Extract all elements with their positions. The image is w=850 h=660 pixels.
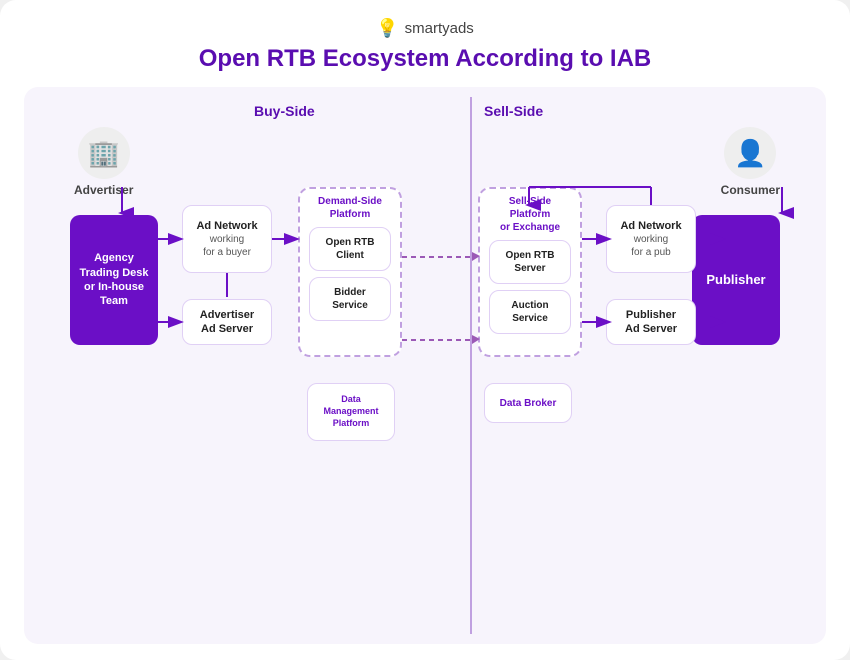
open-rtb-client-text: Open RTBClient xyxy=(326,236,375,262)
open-rtb-server-box: Open RTBServer xyxy=(489,240,571,284)
consumer-area: 👤 Consumer xyxy=(721,127,780,197)
data-management-box: DataManagementPlatform xyxy=(307,383,395,441)
data-broker-text: Data Broker xyxy=(500,397,557,410)
main-title: Open RTB Ecosystem According to IAB xyxy=(199,45,652,73)
publisher-ad-server-box: PublisherAd Server xyxy=(606,299,696,345)
logo-text: smartyads xyxy=(405,20,474,37)
data-broker-box: Data Broker xyxy=(484,383,572,423)
buy-side-label: Buy-Side xyxy=(254,103,315,119)
advertiser-icon: 🏢 xyxy=(78,127,130,179)
sell-side-platform-box: Sell-SidePlatformor Exchange Open RTBSer… xyxy=(478,187,582,357)
consumer-icon: 👤 xyxy=(724,127,776,179)
open-rtb-client-box: Open RTBClient xyxy=(309,227,391,271)
demand-side-platform-box: Demand-SidePlatform Open RTBClient Bidde… xyxy=(298,187,402,357)
publisher-ad-server-title: PublisherAd Server xyxy=(625,308,677,337)
page: 💡 smartyads Open RTB Ecosystem According… xyxy=(0,0,850,660)
open-rtb-server-text: Open RTBServer xyxy=(506,249,555,275)
sell-side-label: Sell-Side xyxy=(484,103,543,119)
ad-network-pub-title: Ad Network xyxy=(620,219,681,233)
logo-area: 💡 smartyads xyxy=(376,18,474,39)
advertiser-ad-server-box: AdvertiserAd Server xyxy=(182,299,272,345)
ad-network-buyer-title: Ad Network xyxy=(196,219,257,233)
auction-service-box: AuctionService xyxy=(489,290,571,334)
logo-icon: 💡 xyxy=(376,18,398,39)
consumer-label: Consumer xyxy=(721,183,780,197)
diagram-container: Buy-Side Sell-Side 🏢 Advertiser 👤 Consum… xyxy=(24,87,826,644)
advertiser-ad-server-title: AdvertiserAd Server xyxy=(200,308,254,337)
dsp-label: Demand-SidePlatform xyxy=(318,195,382,221)
advertiser-label: Advertiser xyxy=(74,183,133,197)
publisher-text: Publisher xyxy=(706,272,765,289)
advertiser-area: 🏢 Advertiser xyxy=(74,127,133,197)
ad-network-pub-sub: workingfor a pub xyxy=(631,233,670,259)
ad-network-buyer-box: Ad Network workingfor a buyer xyxy=(182,205,272,273)
ssp-label: Sell-SidePlatformor Exchange xyxy=(500,195,560,234)
bidder-service-text: BidderService xyxy=(332,286,368,312)
agency-trading-desk-box: Agency Trading Desk or In-house Team xyxy=(70,215,158,345)
dmp-text: DataManagementPlatform xyxy=(323,394,378,429)
publisher-box: Publisher xyxy=(692,215,780,345)
auction-service-text: AuctionService xyxy=(511,299,548,325)
bidder-service-box: BidderService xyxy=(309,277,391,321)
ad-network-buyer-sub: workingfor a buyer xyxy=(203,233,251,259)
agency-text: Agency Trading Desk or In-house Team xyxy=(79,251,148,308)
buy-sell-divider xyxy=(470,97,472,634)
arrows-overlay xyxy=(24,87,826,644)
ad-network-pub-box: Ad Network workingfor a pub xyxy=(606,205,696,273)
